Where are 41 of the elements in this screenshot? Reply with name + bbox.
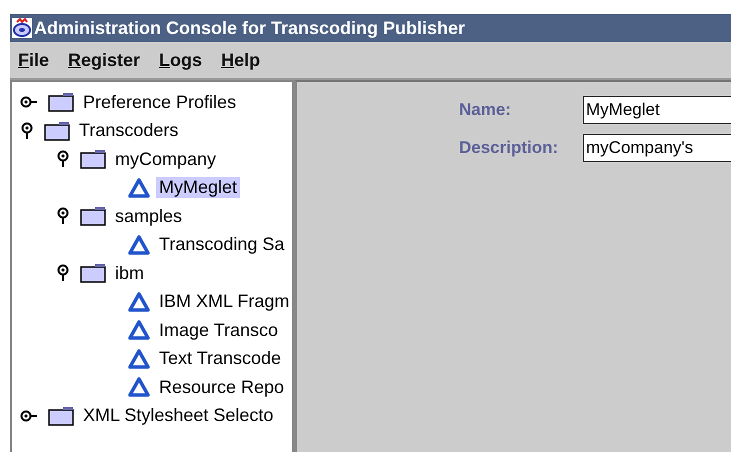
window-title: Administration Console for Transcoding Publisher xyxy=(34,18,466,38)
triangle-icon xyxy=(128,292,150,312)
folder-icon xyxy=(48,92,74,112)
tree-item[interactable]: Transcoders xyxy=(76,120,182,142)
tree-item[interactable]: Transcoding Sa xyxy=(156,234,288,256)
expanded-handle-icon[interactable] xyxy=(56,207,70,226)
input-field[interactable]: MyMeglet xyxy=(583,96,731,124)
triangle-icon xyxy=(128,178,150,198)
field-label: Name: xyxy=(459,100,512,120)
folder-icon xyxy=(80,206,106,226)
expanded-handle-icon[interactable] xyxy=(56,150,70,168)
menu-item[interactable]: Help xyxy=(221,50,260,70)
triangle-icon xyxy=(128,234,150,255)
tree-item[interactable]: Resource Repo xyxy=(156,376,288,398)
tree-item[interactable]: MyMeglet xyxy=(156,177,240,198)
input-field[interactable]: myCompany's xyxy=(583,134,731,162)
folder-icon xyxy=(44,120,70,141)
expanded-handle-icon[interactable] xyxy=(56,264,70,282)
tree-item[interactable]: XML Stylesheet Selecto xyxy=(80,405,276,426)
triangle-icon xyxy=(128,377,150,398)
tree-item[interactable]: samples xyxy=(112,206,186,227)
app-icon xyxy=(12,18,32,38)
folder-icon xyxy=(80,263,106,284)
expanded-handle-icon[interactable] xyxy=(20,122,34,140)
collapsed-handle-icon[interactable] xyxy=(20,408,38,423)
menu-item[interactable]: File xyxy=(18,50,50,70)
folder-icon xyxy=(48,406,74,426)
menu-item[interactable]: Logs xyxy=(159,50,202,70)
tree-item[interactable]: ibm xyxy=(112,262,148,284)
tree-item[interactable]: IBM XML Fragm xyxy=(156,291,292,312)
tree-item[interactable]: Text Transcode xyxy=(156,348,284,370)
triangle-icon xyxy=(128,320,150,340)
splitter-handle[interactable] xyxy=(292,80,295,452)
tree-item[interactable]: Image Transco xyxy=(156,320,282,341)
triangle-icon xyxy=(128,348,150,369)
tree-item[interactable]: myCompany xyxy=(112,148,220,170)
folder-icon xyxy=(80,149,106,170)
collapsed-handle-icon[interactable] xyxy=(20,95,38,110)
field-label: Description: xyxy=(459,138,560,158)
tree-item[interactable]: Preference Profiles xyxy=(80,92,240,113)
menu-item[interactable]: Register xyxy=(68,50,140,70)
